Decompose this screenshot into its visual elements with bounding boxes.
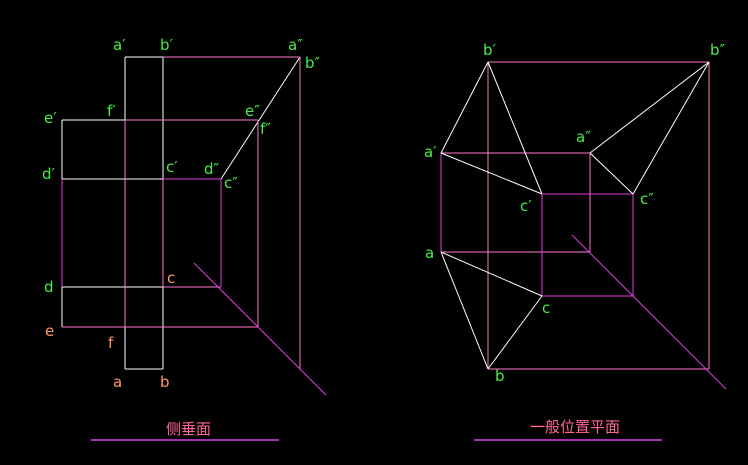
label-b-dprime: b″ — [710, 41, 726, 59]
right-caption: 一般位置平面 — [530, 418, 620, 436]
projection-diagram: a′ b′ a″ b″ e′ f′ e″ f″ d′ c′ d″ c″ d c … — [42, 36, 727, 441]
label-a-dprime: a″ — [288, 36, 303, 54]
label-a: a — [425, 244, 434, 262]
label-b-dprime: b″ — [305, 54, 321, 72]
right-figure: b′ b″ a′ a″ c′ c″ a c b 一般位置平面 — [424, 41, 727, 441]
label-c-dprime: c″ — [640, 190, 654, 208]
label-c: c — [167, 269, 175, 287]
label-a-dprime: a″ — [576, 128, 591, 146]
label-e: e — [45, 322, 54, 340]
label-d: d — [44, 278, 54, 296]
left-projection-lines — [61, 56, 301, 369]
label-c-prime: c′ — [520, 197, 532, 215]
label-e-prime: e′ — [44, 109, 57, 127]
label-c: c — [542, 299, 550, 317]
label-d-dprime: d″ — [204, 160, 220, 178]
left-figure: a′ b′ a″ b″ e′ f′ e″ f″ d′ c′ d″ c″ d c … — [42, 36, 327, 441]
label-b-prime: b′ — [160, 36, 174, 54]
label-b: b — [160, 373, 170, 391]
label-b: b — [495, 367, 505, 385]
left-front-view-white — [61, 56, 301, 370]
label-f-prime: f′ — [107, 102, 116, 120]
label-d-prime: d′ — [42, 165, 56, 183]
label-a-prime: a′ — [113, 36, 126, 54]
label-b-prime: b′ — [483, 41, 497, 59]
label-c-prime: c′ — [166, 158, 178, 176]
label-f-dprime: f″ — [260, 120, 271, 138]
right-triangle-edges — [440, 61, 710, 370]
label-a-prime: a′ — [424, 143, 437, 161]
right-projection-lines — [441, 61, 710, 370]
right-labels: b′ b″ a′ a″ c′ c″ a c b — [424, 41, 726, 385]
label-e-dprime: e″ — [245, 102, 260, 120]
label-c-dprime: c″ — [224, 174, 238, 192]
left-caption: 侧垂面 — [166, 420, 211, 438]
label-f: f — [108, 334, 114, 352]
label-a: a — [113, 373, 122, 391]
